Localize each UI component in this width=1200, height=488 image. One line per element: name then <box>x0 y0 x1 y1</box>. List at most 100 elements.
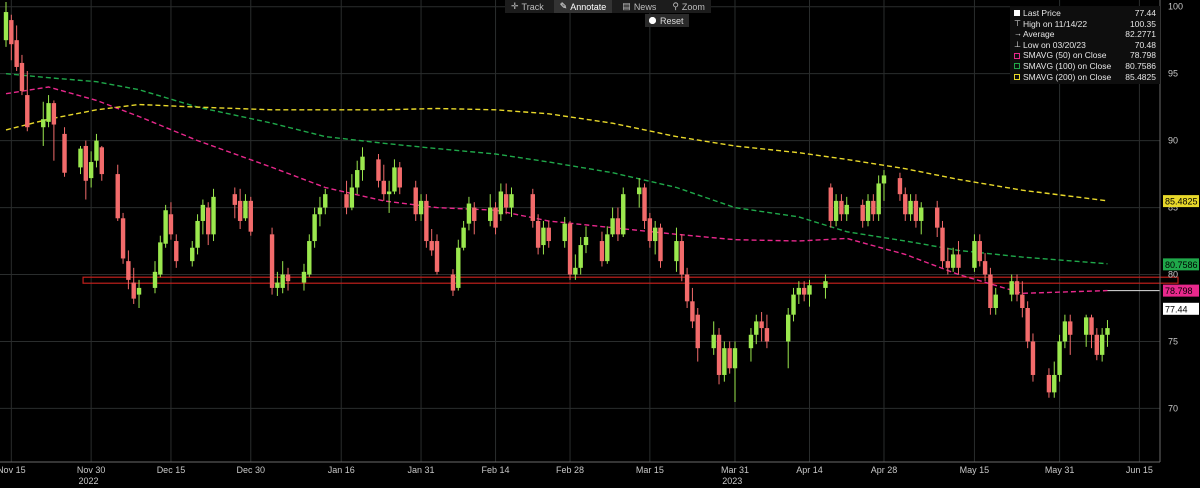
candle-body <box>275 282 280 288</box>
x-tick-label: Mar 31 <box>721 465 749 475</box>
year-label: 2023 <box>722 476 742 486</box>
candles-layer <box>3 2 1110 403</box>
candle-body <box>759 321 764 329</box>
candle-body <box>493 207 498 228</box>
y-tick-label: 95 <box>1168 69 1178 79</box>
candle-body <box>658 227 663 262</box>
candle-body <box>732 348 738 369</box>
candle-body <box>727 348 732 369</box>
candle-body <box>386 191 392 195</box>
candle-body <box>1089 317 1094 335</box>
legend-value: 80.7586 <box>1125 60 1156 71</box>
candle-body <box>982 261 988 275</box>
x-tick-label: Apr 14 <box>796 465 823 475</box>
candle-body <box>381 180 386 195</box>
candle-body <box>131 282 136 299</box>
candle-body <box>99 147 104 175</box>
legend-value: 100.35 <box>1130 18 1156 29</box>
track-label: Track <box>521 1 544 12</box>
candle-body <box>509 194 514 208</box>
candle-body <box>376 159 381 181</box>
candle-body <box>615 218 621 235</box>
candle-body <box>344 194 349 208</box>
low-marker-icon: ⊥ <box>1014 39 1021 49</box>
news-button[interactable]: ▤ News <box>616 0 662 13</box>
candle-body <box>360 156 365 171</box>
candle-body <box>940 227 945 262</box>
candle-body <box>722 348 727 375</box>
grid-layer <box>0 0 1160 462</box>
reset-button[interactable]: Reset <box>645 14 689 27</box>
pencil-icon: ✎ <box>559 1 568 11</box>
candle-body <box>488 207 493 221</box>
candle-body <box>424 200 429 242</box>
legend-label: SMAVG (200) on Close <box>1023 71 1112 82</box>
legend-row-sma200: SMAVG (200) on Close 85.4825 <box>1014 72 1156 83</box>
candle-body <box>716 334 722 375</box>
candle-body <box>945 261 951 268</box>
candle-body <box>530 194 535 221</box>
candle-body <box>136 287 142 295</box>
candle-body <box>764 328 770 342</box>
candle-body <box>62 133 67 173</box>
candle-body <box>88 162 94 179</box>
candle-body <box>195 220 200 248</box>
candle-body <box>269 234 275 288</box>
candle-body <box>354 170 360 188</box>
legend-row-sma50: SMAVG (50) on Close 78.798 <box>1014 50 1156 61</box>
candle-body <box>83 145 89 181</box>
candle-body <box>434 241 440 272</box>
candle-body <box>466 203 472 224</box>
candle-body <box>280 274 285 288</box>
candle-body <box>9 20 14 45</box>
zoom-button[interactable]: ⚲ Zoom <box>666 0 711 13</box>
candle-body <box>833 200 839 221</box>
candle-body <box>1057 341 1062 375</box>
candle-body <box>881 175 887 184</box>
legend-panel: Last Price 77.44 ⊤ High on 11/14/22 100.3… <box>1010 6 1160 85</box>
candle-body <box>621 194 626 235</box>
candle-body <box>248 200 253 232</box>
annotate-button[interactable]: ✎ Annotate <box>553 0 613 13</box>
legend-value: 85.4825 <box>1125 71 1156 82</box>
legend-label: Low on 03/20/23 <box>1023 39 1086 50</box>
candle-body <box>1009 281 1014 295</box>
candle-body <box>397 167 402 188</box>
x-tick-label: Jan 16 <box>328 465 355 475</box>
candle-body <box>972 241 977 268</box>
candle-body <box>323 194 328 208</box>
candle-body <box>546 227 551 242</box>
candle-body <box>599 241 605 262</box>
magnifier-icon: ⚲ <box>672 1 679 11</box>
candle-body <box>871 200 876 215</box>
y-tick-label: 75 <box>1168 336 1178 346</box>
y-tick-label: 90 <box>1168 136 1178 146</box>
zoom-label: Zoom <box>681 1 705 12</box>
candle-body <box>637 187 642 195</box>
axis-value-label: 80.7586 <box>1165 260 1198 270</box>
track-button[interactable]: ✛ Track <box>505 0 550 13</box>
year-label: 2022 <box>78 476 98 486</box>
candle-body <box>163 210 168 244</box>
candle-body <box>498 191 504 215</box>
x-tick-label: Nov 15 <box>0 465 26 475</box>
axis-value-label: 78.798 <box>1165 286 1193 296</box>
candle-body <box>1099 334 1105 355</box>
crosshair-icon: ✛ <box>511 1 519 11</box>
candle-body <box>126 261 131 280</box>
candle-body <box>115 174 120 219</box>
legend-row-last-price: Last Price 77.44 <box>1014 8 1156 19</box>
x-tick-label: Apr 28 <box>871 465 898 475</box>
candle-body <box>791 294 796 315</box>
candle-body <box>988 274 993 308</box>
x-tick-label: Jan 31 <box>408 465 435 475</box>
candle-body <box>956 254 961 268</box>
candle-body <box>567 223 573 275</box>
candle-body <box>418 200 424 215</box>
candle-body <box>535 220 541 248</box>
candle-body <box>642 187 647 221</box>
candle-body <box>237 200 243 221</box>
candle-body <box>647 218 653 242</box>
x-tick-label: Mar 15 <box>636 465 664 475</box>
candle-body <box>605 234 610 262</box>
